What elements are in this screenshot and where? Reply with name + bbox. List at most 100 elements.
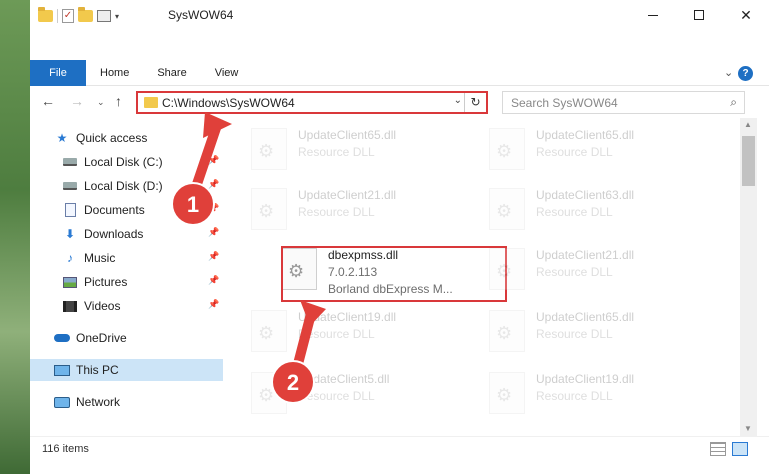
file-description: Resource DLL xyxy=(298,327,375,341)
sidebar-item-label: Pictures xyxy=(84,275,128,289)
file-item[interactable]: UpdateClient65.dll Resource DLL xyxy=(484,300,714,356)
folder-icon[interactable] xyxy=(38,7,53,22)
tab-file[interactable]: File xyxy=(30,60,86,86)
sidebar-item-this-pc[interactable]: This PC xyxy=(30,359,223,381)
maximize-button[interactable] xyxy=(676,0,722,30)
file-item[interactable]: UpdateClient21.dll Resource DLL xyxy=(246,178,476,234)
star-icon: ★ xyxy=(56,131,68,145)
file-name: UpdateClient21.dll xyxy=(298,188,397,202)
sidebar-item-label: This PC xyxy=(76,363,119,377)
scroll-up-icon[interactable]: ▲ xyxy=(744,120,752,129)
pin-icon[interactable]: 📌 xyxy=(208,299,219,310)
vertical-scrollbar[interactable]: ▲ ▼ xyxy=(740,118,757,436)
ribbon-tabs: File Home Share View xyxy=(30,60,252,86)
refresh-button[interactable]: ↻ xyxy=(464,93,486,112)
scroll-down-icon[interactable]: ▼ xyxy=(744,424,752,433)
pin-icon[interactable]: 📌 xyxy=(208,251,219,262)
dll-file-icon xyxy=(489,248,525,290)
sidebar-item-label: Videos xyxy=(84,299,121,313)
navigation-pane: ★ Quick access Local Disk (C:) 📌 Local D… xyxy=(30,118,223,436)
file-name: UpdateClient5.dll xyxy=(298,372,390,386)
file-name: UpdateClient19.dll xyxy=(298,310,397,324)
recent-locations-button[interactable]: ⌄ xyxy=(97,97,105,108)
navigation-bar: ← → ⌄ ↑ C:\Windows\SysWOW64 ⌄ ↻ Search S… xyxy=(30,87,769,117)
tab-share[interactable]: Share xyxy=(143,60,200,86)
sidebar-item-local-disk-d[interactable]: Local Disk (D:) xyxy=(62,175,223,197)
sidebar-item-local-disk-c[interactable]: Local Disk (C:) xyxy=(62,151,223,173)
address-bar[interactable]: C:\Windows\SysWOW64 ⌄ ↻ xyxy=(136,91,488,114)
search-placeholder: Search SysWOW64 xyxy=(511,96,618,110)
pin-icon[interactable]: 📌 xyxy=(208,155,219,166)
address-text[interactable]: C:\Windows\SysWOW64 xyxy=(162,96,295,110)
dll-file-icon xyxy=(251,310,287,352)
properties-check-icon[interactable]: ✓ xyxy=(62,9,74,23)
forward-button[interactable]: → xyxy=(70,93,84,109)
title-bar: ✓ ▾ SysWOW64 ✕ xyxy=(30,0,769,30)
file-explorer-window: ✓ ▾ SysWOW64 ✕ File Home Share View ⌄ ? … xyxy=(30,0,769,474)
sidebar-item-music[interactable]: ♪ Music xyxy=(62,247,223,269)
file-item[interactable]: UpdateClient63.dll Resource DLL xyxy=(484,178,714,234)
sidebar-item-label: Quick access xyxy=(76,131,148,145)
file-item[interactable]: UpdateClient65.dll Resource DLL xyxy=(484,118,714,174)
file-item[interactable]: UpdateClient19.dll Resource DLL xyxy=(246,300,476,356)
minimize-icon xyxy=(648,14,658,16)
file-item[interactable]: UpdateClient65.dll Resource DLL xyxy=(246,118,476,174)
details-view-icon[interactable] xyxy=(710,442,726,456)
pin-icon[interactable]: 📌 xyxy=(208,227,219,238)
sidebar-item-downloads[interactable]: ⬇ Downloads xyxy=(62,223,223,245)
file-name: UpdateClient19.dll xyxy=(536,372,635,386)
drive-icon xyxy=(63,182,77,190)
sidebar-item-network[interactable]: Network xyxy=(54,391,223,413)
status-bar: 116 items xyxy=(30,436,769,474)
quick-access-toolbar: ✓ ▾ xyxy=(38,7,119,24)
pin-icon[interactable]: 📌 xyxy=(208,203,219,214)
highlight-box xyxy=(281,246,507,302)
expand-ribbon-icon[interactable]: ⌄ xyxy=(724,66,733,79)
large-icons-view-icon[interactable] xyxy=(732,442,748,456)
tab-home[interactable]: Home xyxy=(86,60,143,86)
sidebar-item-pictures[interactable]: Pictures xyxy=(62,271,223,293)
minimize-button[interactable] xyxy=(630,0,676,30)
dll-file-icon xyxy=(489,310,525,352)
new-folder-icon[interactable] xyxy=(78,7,93,22)
desktop-background xyxy=(0,0,30,474)
close-button[interactable]: ✕ xyxy=(723,0,769,30)
file-description: Resource DLL xyxy=(536,327,613,341)
file-item[interactable]: UpdateClient21.dll Resource DLL xyxy=(484,238,714,294)
search-input[interactable]: Search SysWOW64 ⌕ xyxy=(502,91,745,114)
downloads-icon: ⬇ xyxy=(64,227,76,241)
help-icon[interactable]: ? xyxy=(738,66,753,81)
videos-icon xyxy=(63,300,77,312)
scrollbar-thumb[interactable] xyxy=(742,136,755,186)
customize-toolbar-icon[interactable] xyxy=(97,10,111,22)
sidebar-item-onedrive[interactable]: OneDrive xyxy=(54,327,223,349)
pin-icon[interactable]: 📌 xyxy=(208,275,219,286)
file-item[interactable]: UpdateClient5.dll Resource DLL xyxy=(246,362,476,418)
dll-file-icon xyxy=(489,372,525,414)
sidebar-item-label: Local Disk (D:) xyxy=(84,179,163,193)
file-name: UpdateClient65.dll xyxy=(298,128,397,142)
item-count: 116 items xyxy=(42,443,89,455)
file-name: UpdateClient65.dll xyxy=(536,310,635,324)
sidebar-item-videos[interactable]: Videos xyxy=(62,295,223,317)
qat-dropdown-icon[interactable]: ▾ xyxy=(115,12,119,21)
back-button[interactable]: ← xyxy=(41,93,55,109)
sidebar-item-documents[interactable]: Documents xyxy=(62,199,223,221)
pictures-icon xyxy=(63,276,77,288)
search-icon: ⌕ xyxy=(730,95,737,109)
file-description: Resource DLL xyxy=(298,389,375,403)
sidebar-item-quick-access[interactable]: ★ Quick access xyxy=(54,127,223,149)
pin-icon[interactable]: 📌 xyxy=(208,179,219,190)
up-button[interactable]: ↑ xyxy=(115,93,122,109)
file-description: Resource DLL xyxy=(298,145,375,159)
file-name: UpdateClient65.dll xyxy=(536,128,635,142)
sidebar-item-label: Local Disk (C:) xyxy=(84,155,163,169)
address-dropdown-icon[interactable]: ⌄ xyxy=(454,95,462,106)
tab-view[interactable]: View xyxy=(201,60,253,86)
file-description: Resource DLL xyxy=(298,205,375,219)
maximize-icon xyxy=(694,10,704,20)
dll-file-icon xyxy=(251,188,287,230)
dll-file-icon xyxy=(489,188,525,230)
file-item[interactable]: UpdateClient19.dll Resource DLL xyxy=(484,362,714,418)
network-icon xyxy=(54,396,70,408)
